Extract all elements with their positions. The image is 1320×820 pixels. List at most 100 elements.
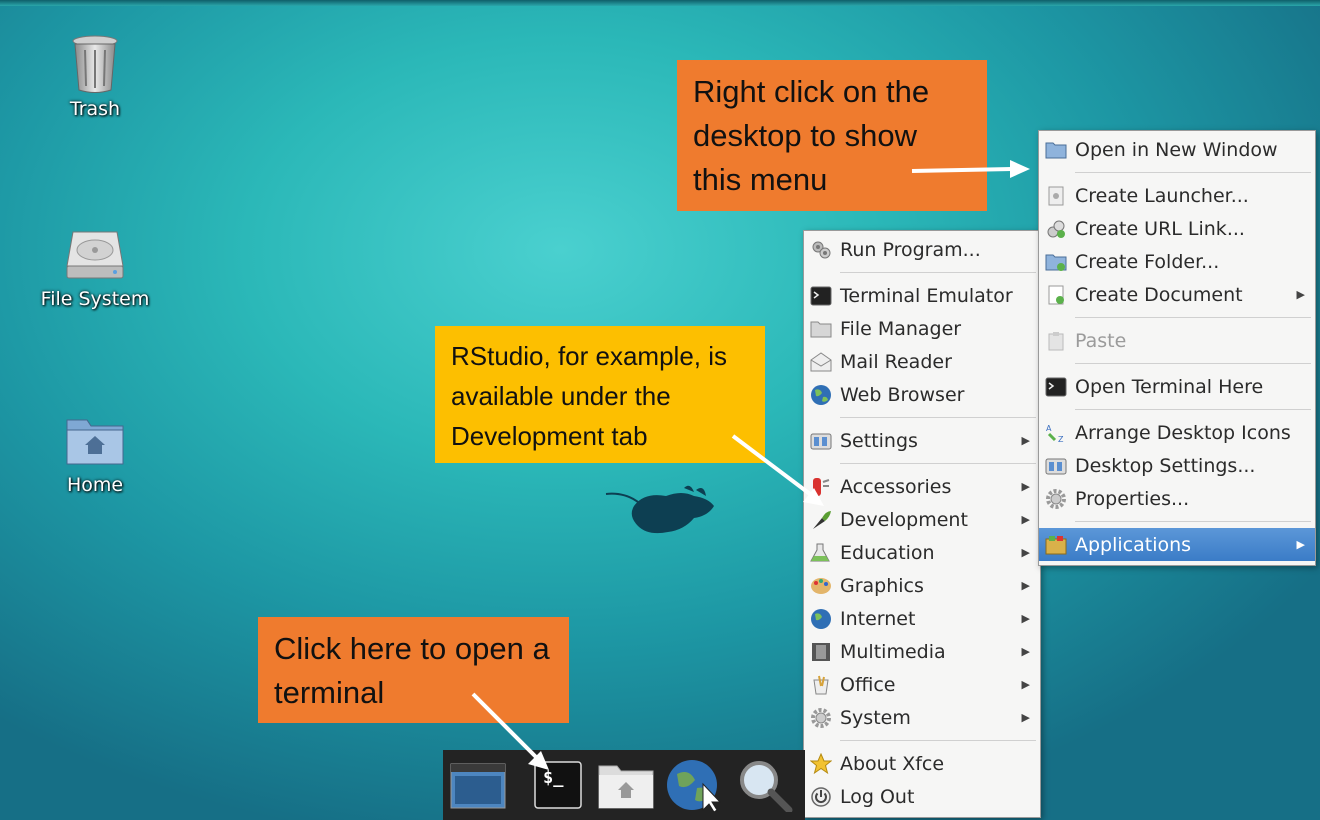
- desktop-icon-label: Trash: [69, 98, 121, 120]
- show-desktop-icon[interactable]: [449, 758, 507, 812]
- home-folder-icon: [598, 765, 654, 809]
- menu-separator: [840, 272, 1036, 273]
- menu-separator: [840, 740, 1036, 741]
- star-icon: [808, 751, 834, 777]
- annotation-desktop-menu: Right click on the desktop to show this …: [677, 60, 987, 211]
- menu-item-desktop-settings[interactable]: Desktop Settings...: [1039, 449, 1315, 482]
- system-gear-icon: [808, 705, 834, 731]
- menu-item-graphics[interactable]: Graphics ▶: [804, 569, 1040, 602]
- accessories-icon: [808, 474, 834, 500]
- multimedia-icon: [808, 639, 834, 665]
- office-icon: [808, 672, 834, 698]
- menu-separator: [1075, 363, 1311, 364]
- submenu-arrow-icon: ▶: [1021, 434, 1030, 447]
- menu-item-internet[interactable]: Internet ▶: [804, 602, 1040, 635]
- terminal-prompt-glyph: $_: [543, 768, 564, 788]
- menu-item-system[interactable]: System ▶: [804, 701, 1040, 734]
- annotation-rstudio: RStudio, for example, is available under…: [435, 326, 765, 463]
- menu-item-terminal-emulator[interactable]: Terminal Emulator: [804, 279, 1040, 312]
- menu-separator: [840, 417, 1036, 418]
- top-panel-edge: [0, 0, 1320, 6]
- arrange-icon: AZ: [1043, 420, 1069, 446]
- desktop-icon-file-system[interactable]: File System: [35, 222, 155, 310]
- annotation-terminal: Click here to open a terminal: [258, 617, 569, 723]
- desktop-icon-label: Home: [66, 474, 124, 496]
- power-icon: [808, 784, 834, 810]
- menu-item-settings[interactable]: Settings ▶: [804, 424, 1040, 457]
- menu-item-create-launcher[interactable]: Create Launcher...: [1039, 179, 1315, 212]
- menu-separator: [1075, 172, 1311, 173]
- menu-item-properties[interactable]: Properties...: [1039, 482, 1315, 515]
- paste-icon: [1043, 328, 1069, 354]
- xfce-mouse-logo: [604, 480, 722, 546]
- taskbar: $_: [443, 750, 805, 820]
- terminal-launcher-button[interactable]: $_: [529, 758, 587, 812]
- menu-item-open-in-new-window[interactable]: Open in New Window: [1039, 133, 1315, 166]
- home-folder-icon: [63, 408, 127, 472]
- globe-icon: [808, 382, 834, 408]
- settings-icon: [808, 428, 834, 454]
- web-browser-button[interactable]: [665, 758, 723, 813]
- desktop-context-menu: Open in New Window Create Launcher... Cr…: [1038, 130, 1316, 566]
- menu-item-file-manager[interactable]: File Manager: [804, 312, 1040, 345]
- menu-item-create-folder[interactable]: Create Folder...: [1039, 245, 1315, 278]
- menu-separator: [1075, 521, 1311, 522]
- menu-item-create-document[interactable]: Create Document ▶: [1039, 278, 1315, 311]
- internet-icon: [808, 606, 834, 632]
- education-icon: [808, 540, 834, 566]
- submenu-arrow-icon: ▶: [1021, 678, 1030, 691]
- menu-separator: [1075, 409, 1311, 410]
- web-browser-icon: [667, 760, 722, 813]
- applications-icon: [1043, 532, 1069, 558]
- submenu-arrow-icon: ▶: [1021, 579, 1030, 592]
- submenu-arrow-icon: ▶: [1296, 288, 1305, 301]
- search-icon: [740, 761, 793, 814]
- submenu-arrow-icon: ▶: [1021, 711, 1030, 724]
- menu-item-development[interactable]: Development ▶: [804, 503, 1040, 536]
- menu-item-about-xfce[interactable]: About Xfce: [804, 747, 1040, 780]
- graphics-icon: [808, 573, 834, 599]
- terminal-icon: [808, 283, 834, 309]
- menu-item-applications[interactable]: Applications ▶: [1039, 528, 1315, 561]
- run-program-icon: [808, 237, 834, 263]
- terminal-icon: [1043, 374, 1069, 400]
- menu-item-accessories[interactable]: Accessories ▶: [804, 470, 1040, 503]
- menu-item-web-browser[interactable]: Web Browser: [804, 378, 1040, 411]
- menu-item-paste: Paste: [1039, 324, 1315, 357]
- folder-icon: [1043, 137, 1069, 163]
- new-folder-icon: [1043, 249, 1069, 275]
- search-button[interactable]: [735, 758, 793, 814]
- menu-item-arrange-desktop-icons[interactable]: AZ Arrange Desktop Icons: [1039, 416, 1315, 449]
- menu-item-open-terminal-here[interactable]: Open Terminal Here: [1039, 370, 1315, 403]
- menu-item-mail-reader[interactable]: Mail Reader: [804, 345, 1040, 378]
- development-icon: [808, 507, 834, 533]
- submenu-arrow-icon: ▶: [1296, 538, 1305, 551]
- mail-icon: [808, 349, 834, 375]
- menu-item-create-url-link[interactable]: Create URL Link...: [1039, 212, 1315, 245]
- link-icon: [1043, 216, 1069, 242]
- folder-icon: [808, 316, 834, 342]
- hard-drive-icon: [63, 222, 127, 286]
- desktop-icon-trash[interactable]: Trash: [35, 32, 155, 120]
- menu-item-office[interactable]: Office ▶: [804, 668, 1040, 701]
- trash-icon: [63, 32, 127, 96]
- menu-item-education[interactable]: Education ▶: [804, 536, 1040, 569]
- menu-item-multimedia[interactable]: Multimedia ▶: [804, 635, 1040, 668]
- applications-menu: Run Program... Terminal Emulator File Ma…: [803, 230, 1041, 818]
- submenu-arrow-icon: ▶: [1021, 612, 1030, 625]
- properties-icon: [1043, 486, 1069, 512]
- submenu-arrow-icon: ▶: [1021, 546, 1030, 559]
- home-folder-button[interactable]: [597, 758, 655, 812]
- desktop-icon-home[interactable]: Home: [35, 408, 155, 496]
- menu-item-run-program[interactable]: Run Program...: [804, 233, 1040, 266]
- launcher-icon: [1043, 183, 1069, 209]
- submenu-arrow-icon: ▶: [1021, 645, 1030, 658]
- desktop-icon-label: File System: [40, 288, 150, 310]
- submenu-arrow-icon: ▶: [1021, 513, 1030, 526]
- new-document-icon: [1043, 282, 1069, 308]
- menu-item-log-out[interactable]: Log Out: [804, 780, 1040, 813]
- svg-text:A: A: [1046, 424, 1052, 433]
- submenu-arrow-icon: ▶: [1021, 480, 1030, 493]
- svg-text:Z: Z: [1058, 435, 1064, 444]
- menu-separator: [840, 463, 1036, 464]
